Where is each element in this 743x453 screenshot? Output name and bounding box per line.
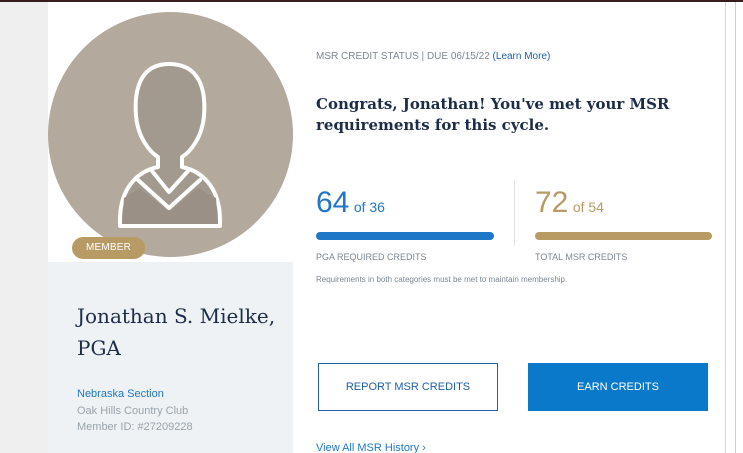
- member-name: Jonathan S. Mielke, PGA: [77, 304, 276, 360]
- club-name: Oak Hills Country Club: [77, 405, 189, 417]
- credit-status-label: MSR CREDIT STATUS | DUE 06/15/22: [316, 51, 490, 62]
- total-credits-required: of 54: [572, 199, 604, 215]
- avatar: [48, 12, 293, 257]
- avatar-area: MEMBER: [48, 12, 293, 262]
- member-id: Member ID: #27209228: [77, 421, 193, 433]
- pga-credits-value: 64: [316, 186, 350, 219]
- earn-credits-button[interactable]: EARN CREDITS: [528, 363, 708, 411]
- member-info-panel: Jonathan S. Mielke, PGA Nebraska Section…: [48, 262, 293, 453]
- report-msr-credits-button[interactable]: REPORT MSR CREDITS: [318, 363, 498, 411]
- total-credits-caption: TOTAL MSR CREDITS: [535, 252, 628, 262]
- pga-credits-progress-bar: [316, 232, 494, 240]
- total-credits-progress-bar: [535, 232, 712, 240]
- pga-credits-caption: PGA REQUIRED CREDITS: [316, 252, 427, 262]
- member-badge: MEMBER: [72, 237, 146, 259]
- requirements-note: Requirements in both categories must be …: [316, 275, 568, 284]
- total-credits-value: 72: [535, 186, 569, 219]
- pga-credits-stat: 64 of 36: [316, 186, 385, 220]
- section-link[interactable]: Nebraska Section: [77, 388, 164, 400]
- congrats-message: Congrats, Jonathan! You've met your MSR …: [316, 95, 670, 134]
- credit-status-line: MSR CREDIT STATUS | DUE 06/15/22 (Learn …: [316, 51, 550, 62]
- view-msr-history-link[interactable]: View All MSR History ›: [316, 442, 426, 453]
- total-credits-stat: 72 of 54: [535, 186, 604, 220]
- person-silhouette-icon: [118, 62, 222, 228]
- pga-credits-required: of 36: [353, 199, 385, 215]
- profile-card: MEMBER Jonathan S. Mielke, PGA Nebraska …: [48, 2, 293, 453]
- right-panel-edge-inner: [735, 2, 743, 453]
- left-gutter: [0, 2, 48, 453]
- learn-more-link[interactable]: (Learn More): [493, 51, 551, 62]
- stat-divider: [514, 180, 515, 246]
